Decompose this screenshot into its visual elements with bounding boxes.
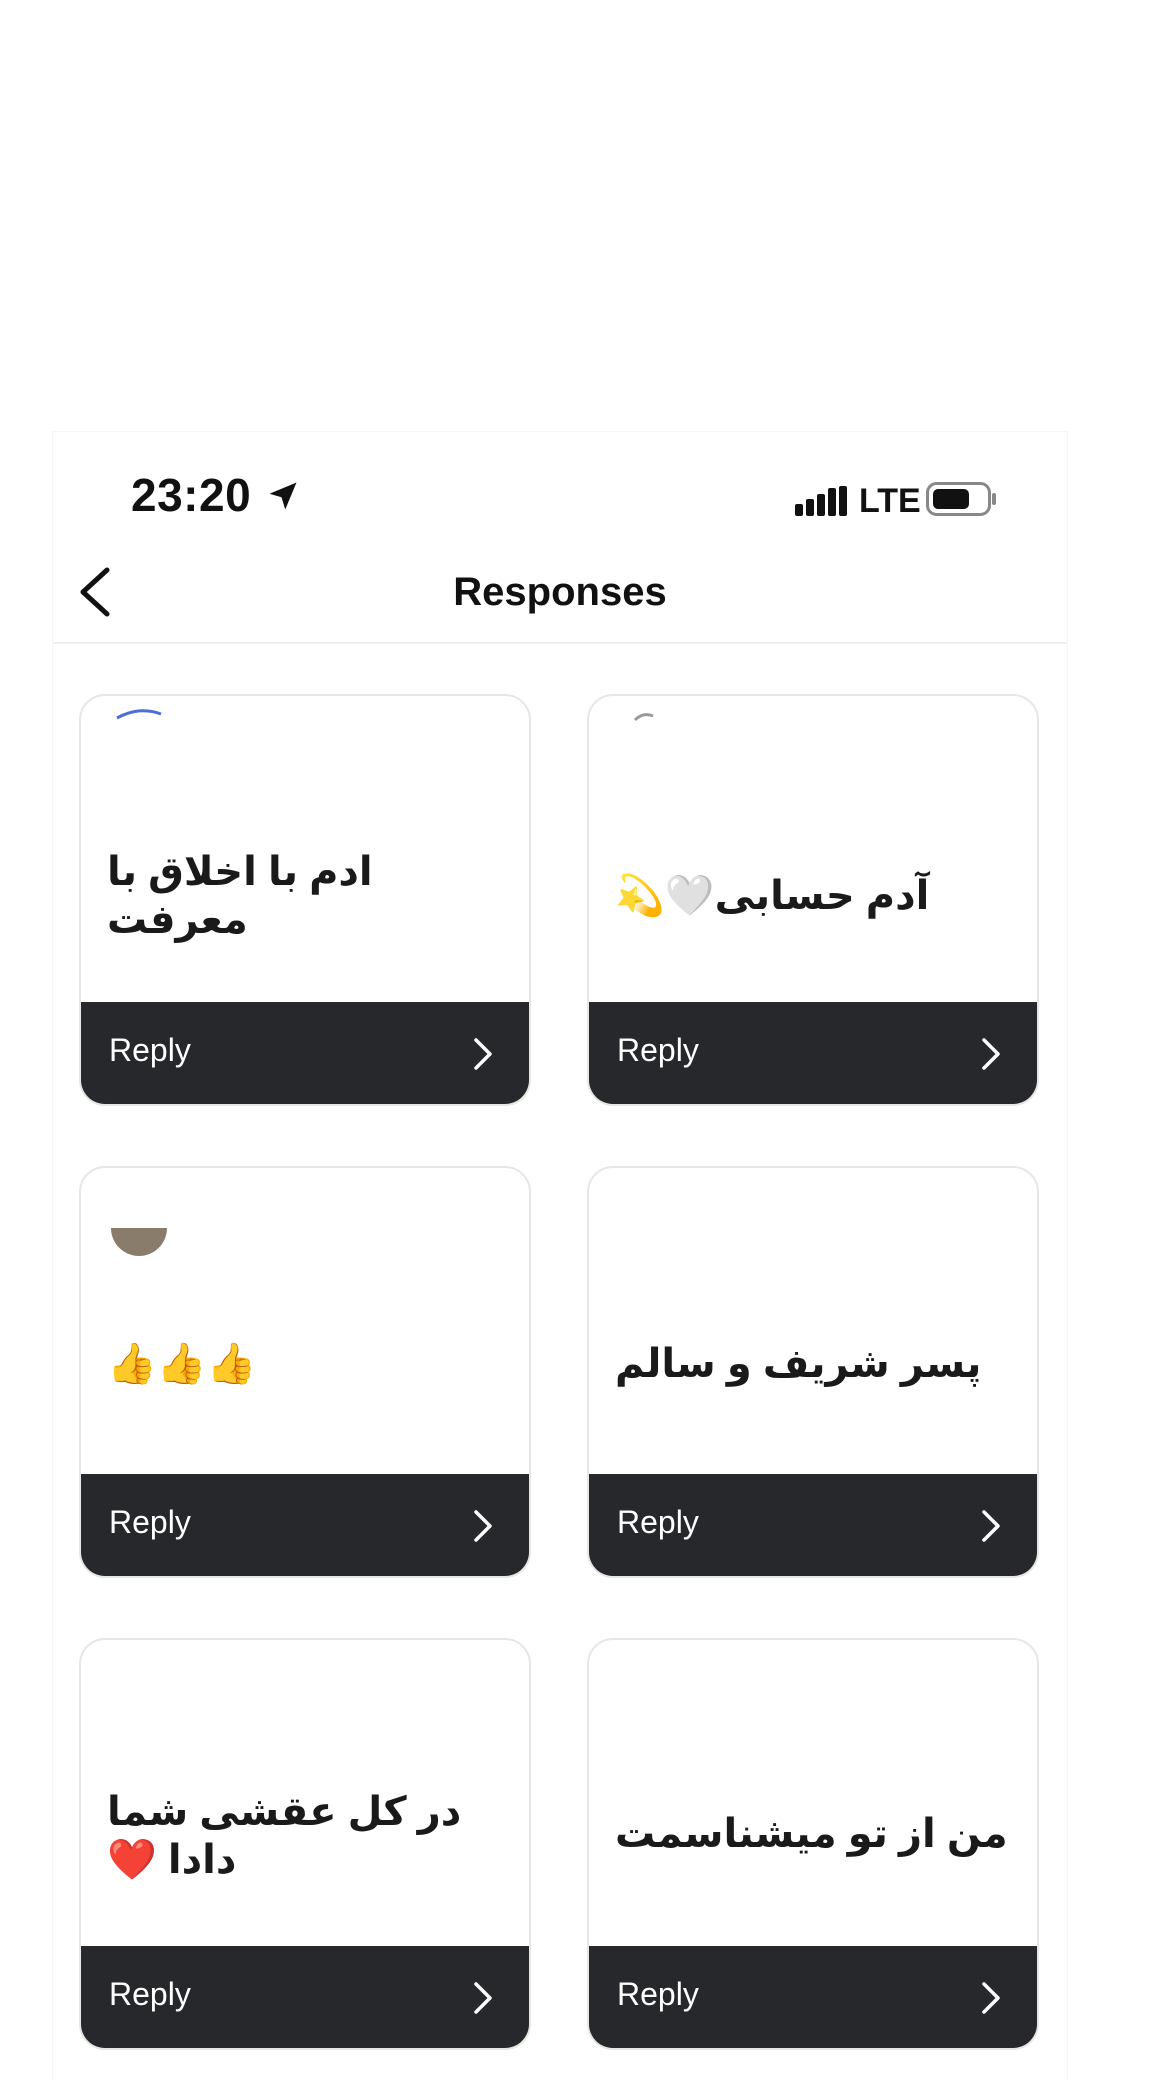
reply-button[interactable]: Reply bbox=[589, 1946, 1037, 2048]
chevron-right-icon bbox=[982, 1982, 1000, 2014]
response-body: پسر شریف و سالم bbox=[589, 1168, 1037, 1478]
signal-icon bbox=[795, 486, 847, 516]
response-card[interactable]: آدم حسابی🤍💫 Reply bbox=[587, 694, 1039, 1106]
network-type: LTE bbox=[859, 482, 921, 520]
response-body: من از تو میشناسمت bbox=[589, 1640, 1037, 1950]
reply-label: Reply bbox=[109, 1976, 191, 2012]
avatar bbox=[111, 1228, 167, 1256]
response-text: در کل عقشی شما دادا ❤️ bbox=[107, 1790, 462, 1882]
response-body: 👍👍👍 bbox=[81, 1168, 529, 1478]
chevron-right-icon bbox=[982, 1510, 1000, 1542]
reply-label: Reply bbox=[617, 1504, 699, 1540]
location-arrow-icon bbox=[269, 482, 297, 510]
reply-label: Reply bbox=[617, 1032, 699, 1068]
response-card[interactable]: 👍👍👍 Reply bbox=[79, 1166, 531, 1578]
chevron-right-icon bbox=[474, 1510, 492, 1542]
response-text: آدم حسابی🤍💫 bbox=[615, 874, 930, 918]
reply-label: Reply bbox=[109, 1032, 191, 1068]
phone-screen: 23:20 LTE Responses ادم با اخلاق با معرف… bbox=[53, 432, 1067, 2080]
chevron-right-icon bbox=[474, 1038, 492, 1070]
chevron-right-icon bbox=[982, 1038, 1000, 1070]
response-card[interactable]: در کل عقشی شما دادا ❤️ Reply bbox=[79, 1638, 531, 2050]
status-bar: 23:20 LTE bbox=[53, 432, 1067, 532]
page-title: Responses bbox=[453, 570, 667, 614]
avatar bbox=[633, 713, 654, 722]
response-card[interactable]: ادم با اخلاق با معرفت Reply bbox=[79, 694, 531, 1106]
reply-button[interactable]: Reply bbox=[589, 1474, 1037, 1576]
reply-label: Reply bbox=[109, 1504, 191, 1540]
response-body: آدم حسابی🤍💫 bbox=[589, 696, 1037, 1006]
reply-button[interactable]: Reply bbox=[589, 1002, 1037, 1104]
status-time: 23:20 bbox=[131, 469, 252, 521]
chevron-right-icon bbox=[474, 1982, 492, 2014]
response-card[interactable]: پسر شریف و سالم Reply bbox=[587, 1166, 1039, 1578]
battery-icon bbox=[926, 482, 996, 516]
reply-button[interactable]: Reply bbox=[81, 1002, 529, 1104]
response-body: ادم با اخلاق با معرفت bbox=[81, 696, 529, 1006]
reply-button[interactable]: Reply bbox=[81, 1474, 529, 1576]
response-body: در کل عقشی شما دادا ❤️ bbox=[81, 1640, 529, 1950]
response-text: 👍👍👍 bbox=[107, 1342, 257, 1386]
response-text: ادم با اخلاق با معرفت bbox=[107, 850, 373, 942]
avatar bbox=[116, 709, 162, 720]
response-card[interactable]: من از تو میشناسمت Reply bbox=[587, 1638, 1039, 2050]
nav-bar: Responses bbox=[53, 542, 1067, 644]
response-text: من از تو میشناسمت bbox=[615, 1812, 1008, 1856]
response-text: پسر شریف و سالم bbox=[615, 1342, 982, 1386]
reply-label: Reply bbox=[617, 1976, 699, 2012]
reply-button[interactable]: Reply bbox=[81, 1946, 529, 2048]
